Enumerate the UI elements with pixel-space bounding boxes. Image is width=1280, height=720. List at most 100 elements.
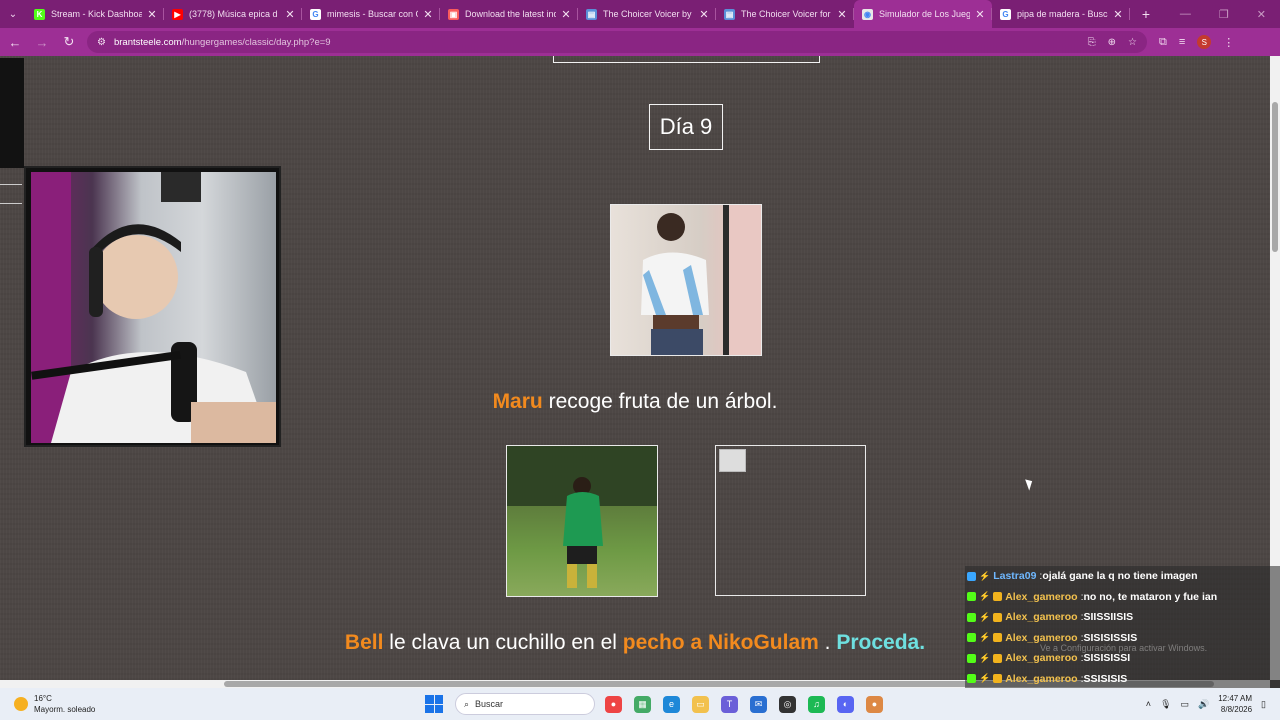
- tab-favicon-icon: K: [34, 8, 45, 20]
- close-window-icon[interactable]: ✕: [1257, 8, 1266, 21]
- tab-favicon-icon: ▶: [172, 8, 183, 20]
- chat-mod-icon: ⚡: [979, 632, 991, 643]
- zoom-icon[interactable]: ⊕: [1108, 37, 1116, 48]
- tribute-name-maru: Maru: [492, 390, 543, 413]
- media-controls-icon[interactable]: ≡: [1179, 36, 1185, 48]
- tab-title: The Choicer Voicer by Yer: [603, 9, 694, 19]
- tab-close-icon[interactable]: ✕: [422, 8, 434, 21]
- restore-icon[interactable]: ❐: [1219, 8, 1229, 21]
- reload-icon[interactable]: ↻: [57, 34, 81, 50]
- file-explorer-icon[interactable]: ▭: [692, 695, 709, 713]
- tab-close-icon[interactable]: ✕: [284, 8, 296, 21]
- forward-arrow-icon[interactable]: →: [30, 35, 54, 50]
- browser-tab[interactable]: ▣ Download the latest indie ✕: [440, 0, 578, 28]
- tab-title: Stream - Kick Dashboard: [51, 9, 142, 19]
- chat-text: SIISSIISIS: [1083, 611, 1134, 624]
- weather-widget[interactable]: 16°C Mayorm. soleado: [14, 693, 234, 715]
- site-info-icon[interactable]: ⚙: [97, 37, 106, 48]
- tab-close-icon[interactable]: ✕: [974, 8, 986, 21]
- tab-strip: ⌄ K Stream - Kick Dashboard ✕ ▶ (3778) Músic…: [0, 0, 1280, 28]
- event-text-2: le clava un cuchillo en el: [389, 631, 617, 654]
- tab-close-icon[interactable]: ✕: [146, 8, 158, 21]
- browser-tab[interactable]: ▶ (3778) Música epica d ✕: [164, 0, 302, 28]
- tab-close-icon[interactable]: ✕: [560, 8, 572, 21]
- microphone-icon[interactable]: 🎙: [1160, 699, 1171, 710]
- chat-badge-icon: [967, 674, 976, 684]
- notifications-icon[interactable]: ▯: [1261, 699, 1266, 710]
- mail-icon[interactable]: ✉: [750, 695, 767, 713]
- windows-activation-watermark: Ve a Configuración para activar Windows.: [1040, 643, 1208, 653]
- browser-tab[interactable]: K Stream - Kick Dashboard ✕: [26, 0, 164, 28]
- chat-text: SSISISIS: [1083, 672, 1128, 685]
- browser-tab[interactable]: ▤ The Choicer Voicer by Yer ✕: [578, 0, 716, 28]
- vertical-scroll-thumb[interactable]: [1272, 102, 1278, 252]
- tab-close-icon[interactable]: ✕: [698, 8, 710, 21]
- browser-tab[interactable]: ▤ The Choicer Voicer for Wi ✕: [716, 0, 854, 28]
- tab-favicon-icon: G: [1000, 8, 1011, 20]
- taskbar-search-box[interactable]: ⌕ Buscar: [455, 693, 595, 715]
- browser-tab[interactable]: Gpipa de madera - Buscar ✕: [992, 0, 1130, 28]
- taskbar-clock[interactable]: 12:47 AM 8/8/2026: [1218, 693, 1252, 715]
- browser-tab[interactable]: Gmimesis - Buscar con Goo ✕: [302, 0, 440, 28]
- tribute-name-nikogulam: pecho a NikoGulam: [622, 631, 819, 654]
- edge-icon[interactable]: e: [663, 695, 680, 713]
- chat-sub-badge-icon: [993, 612, 1003, 622]
- chat-username[interactable]: Alex_gameroo: [1005, 611, 1077, 623]
- browser-tab[interactable]: ◉ Simulador de Los Juegos ✕: [854, 0, 992, 28]
- photo-bell-figure: [507, 446, 657, 588]
- chat-badge-icon: [967, 571, 976, 581]
- extensions-icon[interactable]: ⧉: [1159, 36, 1167, 49]
- chat-username[interactable]: Alex_gameroo: [1005, 632, 1077, 644]
- translate-icon[interactable]: ⎘: [1088, 37, 1096, 48]
- chat-username[interactable]: Alex_gameroo: [1005, 591, 1077, 603]
- bookmark-star-icon[interactable]: ☆: [1128, 37, 1137, 48]
- address-bar[interactable]: ⚙ brantsteele.com /hungergames/classic/d…: [87, 31, 1147, 53]
- chrome-profile-icon[interactable]: ●: [866, 695, 883, 713]
- minimize-icon[interactable]: —: [1180, 8, 1191, 21]
- windows-start-icon[interactable]: [425, 695, 443, 713]
- proceed-link[interactable]: Proceda.: [836, 631, 925, 654]
- store-icon[interactable]: ▦: [634, 695, 651, 713]
- url-path: /hungergames/classic/day.php?e=9: [181, 36, 331, 48]
- chat-sub-badge-icon: [993, 653, 1003, 663]
- tab-search-chevron-icon[interactable]: ⌄: [0, 0, 26, 28]
- menu-kebab-icon[interactable]: ⋮: [1223, 36, 1234, 49]
- sun-weather-icon: [14, 697, 28, 711]
- chat-message: ⚡ Alex_gameroo: SIISSIISIS: [965, 607, 1280, 628]
- chat-badge-icon: [967, 592, 976, 602]
- spotify-icon[interactable]: ♫: [808, 695, 825, 713]
- chat-mod-icon: ⚡: [979, 591, 991, 602]
- chat-username[interactable]: Lastra09: [993, 570, 1036, 582]
- chrome-icon[interactable]: ●: [605, 695, 622, 713]
- chat-username[interactable]: Alex_gameroo: [1005, 673, 1077, 685]
- tribute-photo-maru: [610, 204, 762, 356]
- chat-username[interactable]: Alex_gameroo: [1005, 652, 1077, 664]
- tribute-name-bell: Bell: [344, 631, 384, 654]
- back-arrow-icon[interactable]: ←: [3, 35, 27, 50]
- tab-close-icon[interactable]: ✕: [836, 8, 848, 21]
- chat-mod-icon: ⚡: [979, 570, 991, 581]
- tab-title: pipa de madera - Buscar: [1017, 9, 1108, 19]
- discord-icon[interactable]: ◐: [837, 695, 854, 713]
- tab-favicon-icon: ▤: [724, 8, 735, 20]
- chat-sub-badge-icon: [993, 592, 1003, 602]
- teams-icon[interactable]: T: [721, 695, 738, 713]
- new-tab-button[interactable]: +: [1134, 6, 1158, 22]
- tray-chevron-icon[interactable]: ˄: [1146, 699, 1151, 709]
- chat-mod-icon: ⚡: [979, 652, 991, 663]
- chat-text: ojalá gane la q no tiene imagen: [1042, 570, 1198, 583]
- display-icon[interactable]: ▭: [1181, 699, 1190, 710]
- obs-icon[interactable]: ◎: [779, 695, 796, 713]
- tribute-photo-bell: [506, 445, 658, 597]
- webcam-overlay: [24, 166, 281, 447]
- profile-avatar[interactable]: S: [1197, 35, 1212, 49]
- tribute-photo-nikogulam-broken: [715, 445, 866, 596]
- speaker-icon[interactable]: 🔊: [1198, 699, 1209, 710]
- tab-title: mimesis - Buscar con Goo: [327, 9, 418, 19]
- windows-taskbar: 16°C Mayorm. soleado ⌕ Buscar ● ▦ e ▭ T …: [0, 688, 1280, 720]
- taskbar-search-placeholder: Buscar: [475, 699, 504, 709]
- event-text-1: recoge fruta de un árbol.: [548, 390, 778, 413]
- tab-close-icon[interactable]: ✕: [1112, 8, 1124, 21]
- browser-toolbar: ← → ↻ ⚙ brantsteele.com /hungergames/cla…: [0, 28, 1280, 56]
- previous-section-box: [553, 56, 820, 63]
